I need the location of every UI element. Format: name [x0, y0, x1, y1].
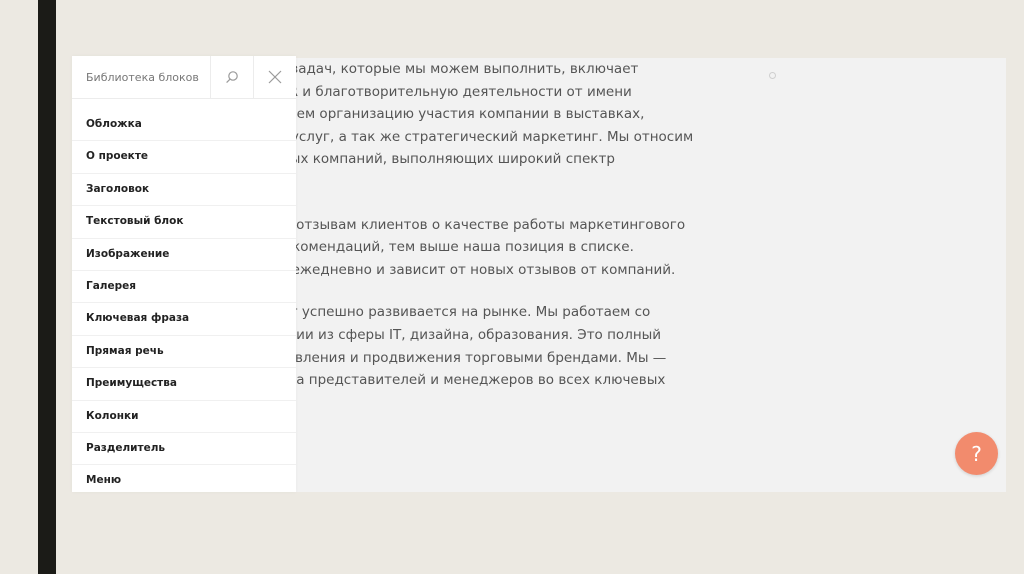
help-button[interactable]: ? [955, 432, 998, 475]
block-item-menu[interactable]: Меню [72, 465, 296, 492]
left-dark-bar [38, 0, 56, 574]
search-icon [226, 71, 238, 84]
block-item-columns[interactable]: Колонки [72, 401, 296, 433]
block-item-quote[interactable]: Прямая речь [72, 336, 296, 369]
block-item-cover[interactable]: Обложка [72, 109, 296, 142]
search-button[interactable] [210, 56, 253, 98]
handle-dot [769, 72, 776, 79]
block-item-heading[interactable]: Заголовок [72, 174, 296, 207]
block-search-input[interactable] [72, 56, 210, 98]
block-list: Обложка О проекте Заголовок Текстовый бл… [72, 99, 296, 492]
block-item-image[interactable]: Изображение [72, 239, 296, 271]
search-row [72, 56, 296, 99]
block-item-divider[interactable]: Разделитель [72, 433, 296, 466]
block-item-about[interactable]: О проекте [72, 141, 296, 174]
block-item-gallery[interactable]: Галерея [72, 271, 296, 304]
close-button[interactable] [253, 56, 296, 98]
block-library-panel: Обложка О проекте Заголовок Текстовый бл… [72, 56, 296, 492]
block-item-advantages[interactable]: Преимущества [72, 368, 296, 401]
block-item-text[interactable]: Текстовый блок [72, 206, 296, 239]
block-item-key-phrase[interactable]: Ключевая фраза [72, 303, 296, 336]
help-label: ? [971, 441, 982, 466]
close-icon [268, 70, 282, 84]
